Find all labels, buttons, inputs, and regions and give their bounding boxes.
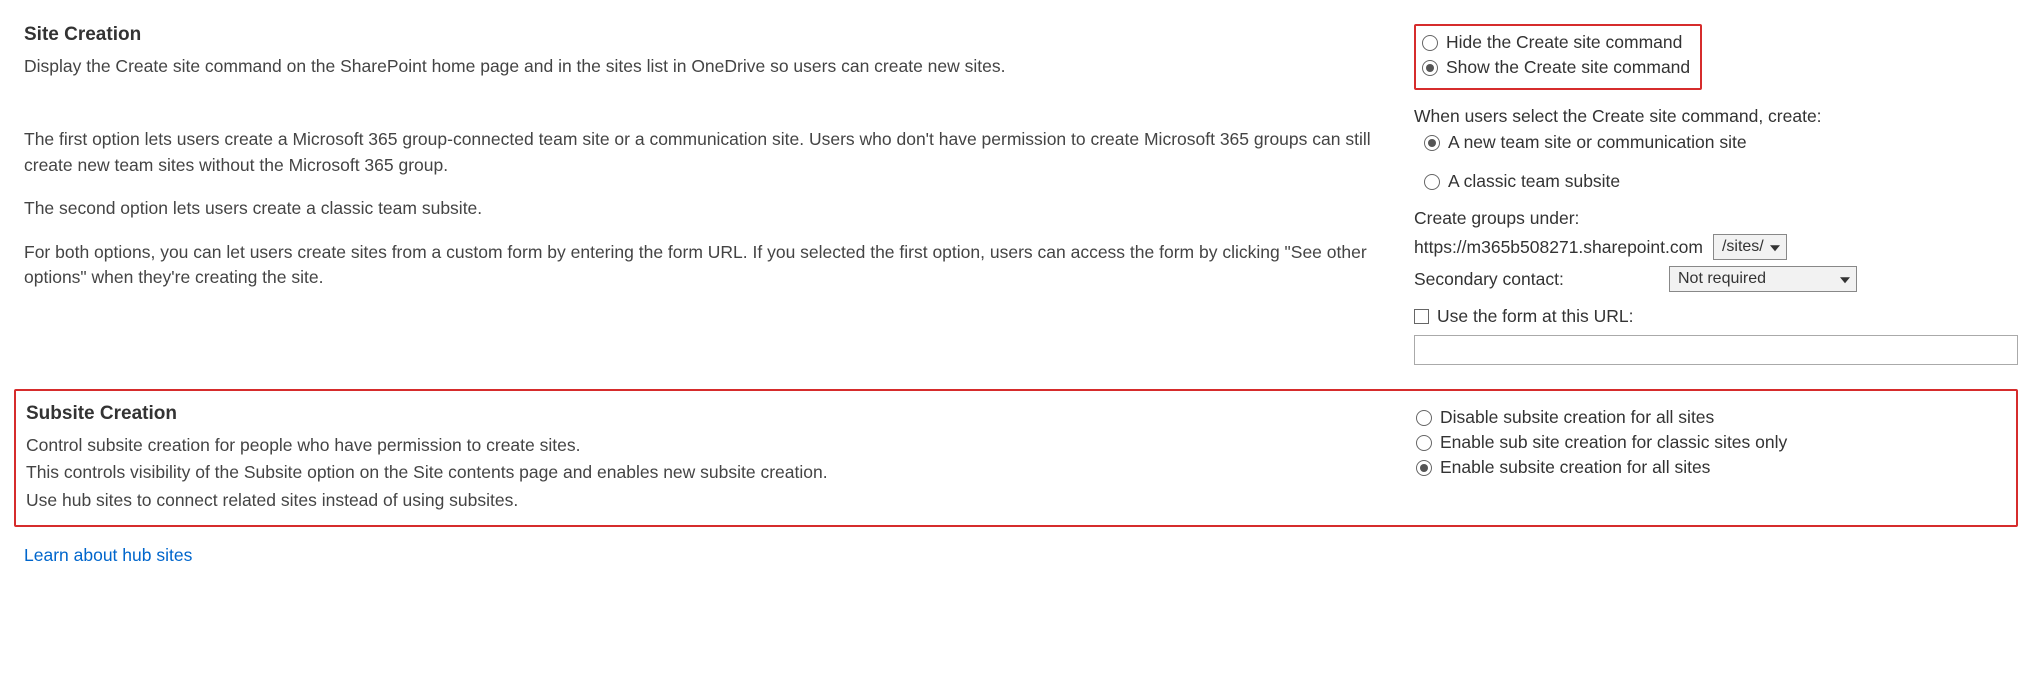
sites-path-select[interactable]: /sites/: [1713, 234, 1787, 260]
select-value: /sites/: [1722, 238, 1764, 256]
secondary-contact-label: Secondary contact:: [1414, 269, 1659, 290]
radio-enable-all-subsite[interactable]: Enable subsite creation for all sites: [1416, 457, 2000, 478]
use-form-url-checkbox[interactable]: Use the form at this URL:: [1414, 306, 2018, 327]
site-creation-section: Site Creation Display the Create site co…: [24, 24, 2018, 379]
when-users-select-label: When users select the Create site comman…: [1414, 106, 2018, 127]
create-groups-under-label: Create groups under:: [1414, 208, 2018, 229]
secondary-contact-select[interactable]: Not required: [1669, 266, 1857, 292]
radio-icon: [1424, 174, 1440, 190]
base-url-text: https://m365b508271.sharepoint.com: [1414, 237, 1703, 258]
radio-label: A classic team subsite: [1448, 171, 1620, 192]
radio-label: Disable subsite creation for all sites: [1440, 407, 1714, 428]
subsite-desc2: This controls visibility of the Subsite …: [26, 460, 1416, 485]
subsite-desc3: Use hub sites to connect related sites i…: [26, 488, 1416, 513]
subsite-creation-left: Subsite Creation Control subsite creatio…: [26, 403, 1416, 515]
subsite-creation-heading: Subsite Creation: [26, 403, 1416, 425]
radio-icon: [1422, 60, 1438, 76]
radio-new-team-site[interactable]: A new team site or communication site: [1424, 132, 2018, 153]
radio-label: Enable subsite creation for all sites: [1440, 457, 1710, 478]
radio-label: A new team site or communication site: [1448, 132, 1747, 153]
site-creation-heading: Site Creation: [24, 24, 1414, 46]
radio-icon: [1424, 135, 1440, 151]
radio-icon: [1416, 410, 1432, 426]
learn-about-hub-sites-link[interactable]: Learn about hub sites: [24, 545, 192, 566]
site-creation-right: Hide the Create site command Show the Cr…: [1414, 24, 2018, 379]
radio-classic-only-subsite[interactable]: Enable sub site creation for classic sit…: [1416, 432, 2000, 453]
checkbox-label: Use the form at this URL:: [1437, 306, 1633, 327]
site-creation-desc3: The second option lets users create a cl…: [24, 196, 1414, 221]
subsite-creation-right: Disable subsite creation for all sites E…: [1416, 403, 2000, 515]
radio-label: Enable sub site creation for classic sit…: [1440, 432, 1787, 453]
radio-disable-subsite[interactable]: Disable subsite creation for all sites: [1416, 407, 2000, 428]
subsite-desc1: Control subsite creation for people who …: [26, 433, 1416, 458]
radio-label: Hide the Create site command: [1446, 32, 1682, 53]
site-creation-desc4: For both options, you can let users crea…: [24, 240, 1414, 291]
site-creation-desc2: The first option lets users create a Mic…: [24, 127, 1414, 178]
radio-hide-create-site[interactable]: Hide the Create site command: [1422, 32, 1690, 53]
radio-icon: [1416, 435, 1432, 451]
form-url-input[interactable]: [1414, 335, 2018, 365]
select-value: Not required: [1678, 270, 1766, 288]
highlight-show-hide: Hide the Create site command Show the Cr…: [1414, 24, 1702, 90]
radio-show-create-site[interactable]: Show the Create site command: [1422, 57, 1690, 78]
highlight-subsite-creation: Subsite Creation Control subsite creatio…: [14, 389, 2018, 527]
radio-icon: [1416, 460, 1432, 476]
radio-classic-subsite[interactable]: A classic team subsite: [1424, 171, 2018, 192]
radio-icon: [1422, 35, 1438, 51]
site-creation-left: Site Creation Display the Create site co…: [24, 24, 1414, 379]
radio-label: Show the Create site command: [1446, 57, 1690, 78]
checkbox-icon: [1414, 309, 1429, 324]
site-creation-desc1: Display the Create site command on the S…: [24, 54, 1414, 79]
